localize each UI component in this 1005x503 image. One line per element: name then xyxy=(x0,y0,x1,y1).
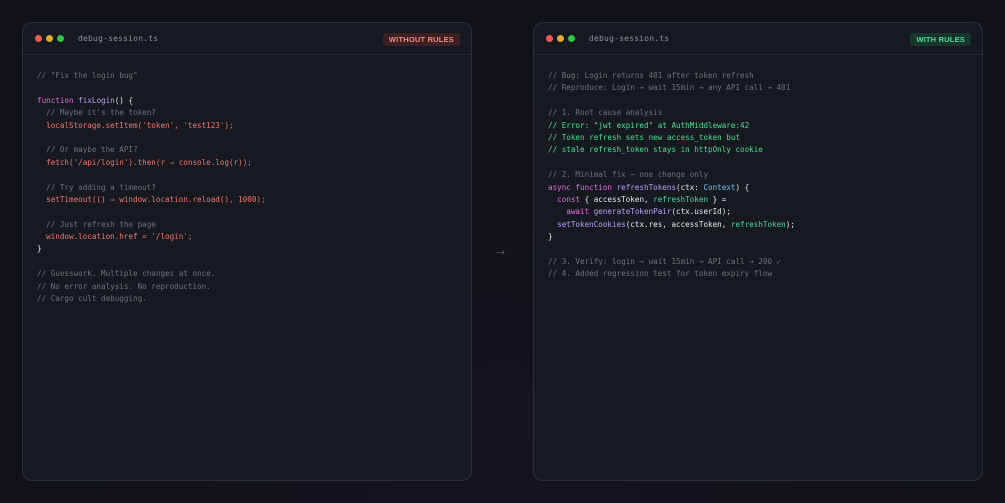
code-token: // Maybe it's the token? xyxy=(37,108,156,118)
code-token: Context xyxy=(703,182,736,192)
code-token: // 2. Minimal fix — one change only xyxy=(548,170,709,180)
code-token: (ctx.userId); xyxy=(671,207,731,217)
titlebar: debug-session.ts WITH RULES xyxy=(534,23,982,55)
code-token: } xyxy=(37,244,42,254)
code-line: localStorage.setItem('token', 'test123')… xyxy=(37,120,457,132)
code-token: // stale refresh_token stays in httpOnly… xyxy=(548,145,763,155)
code-line: // Guesswork. Multiple changes at once. xyxy=(37,268,457,280)
close-window-dot[interactable] xyxy=(35,35,42,42)
file-name: debug-session.ts xyxy=(589,34,670,43)
code-line: window.location.href = '/login'; xyxy=(37,231,457,243)
code-token: (ctx: xyxy=(676,182,704,192)
code-line: await generateTokenPair(ctx.userId); xyxy=(548,206,968,218)
code-token: refreshTokens xyxy=(616,182,677,192)
with-rules-window: debug-session.ts WITH RULES // Bug: Logi… xyxy=(533,22,983,481)
code-token: } = xyxy=(708,194,727,204)
code-line: // 4. Added regression test for token ex… xyxy=(548,268,968,280)
code-token: async function xyxy=(548,182,617,192)
code-token: // 3. Verify: login → wait 15min → API c… xyxy=(548,256,782,266)
code-token: fetch('/api/login').then(r ⇒ console.log… xyxy=(37,157,252,167)
code-line: // 3. Verify: login → wait 15min → API c… xyxy=(548,256,968,268)
code-token: fixLogin xyxy=(78,95,115,105)
code-token: refreshToken xyxy=(730,219,786,229)
code-line: setTokenCookies(ctx.res, accessToken, re… xyxy=(548,219,968,231)
code-line: fetch('/api/login').then(r ⇒ console.log… xyxy=(37,157,457,169)
code-token: // Cargo cult debugging. xyxy=(37,294,147,304)
code-line: } xyxy=(548,231,968,243)
code-token: () { xyxy=(114,95,134,105)
code-line: // Cargo cult debugging. xyxy=(37,293,457,305)
code-line: // Bug: Login returns 401 after token re… xyxy=(548,70,968,82)
code-line: } xyxy=(37,243,457,255)
code-token: const xyxy=(548,194,585,204)
file-name: debug-session.ts xyxy=(78,34,159,43)
minimize-window-dot[interactable] xyxy=(46,35,53,42)
code-token: window.location.href = '/login'; xyxy=(37,232,193,242)
code-token: // 4. Added regression test for token ex… xyxy=(548,269,773,279)
code-line: // Just refresh the page xyxy=(37,219,457,231)
code-token: await xyxy=(548,207,594,217)
code-token: // Bug: Login returns 401 after token re… xyxy=(548,71,754,80)
code-line: // 2. Minimal fix — one change only xyxy=(548,169,968,181)
code-line: setTimeout(() ⇒ window.location.reload()… xyxy=(37,194,457,206)
maximize-window-dot[interactable] xyxy=(57,35,64,42)
code-token: setTimeout(() ⇒ window.location.reload()… xyxy=(37,194,266,204)
code-token: // Or maybe the API? xyxy=(37,145,138,155)
code-token: // Reproduce: Login → wait 15min → any A… xyxy=(548,83,791,93)
arrow-right-icon: → xyxy=(496,246,506,259)
code-token: ); xyxy=(785,219,795,229)
code-line: // Token refresh sets new access_token b… xyxy=(548,132,968,144)
code-token: function xyxy=(37,95,79,105)
code-line: // No error analysis. No reproduction. xyxy=(37,281,457,293)
without-rules-window: debug-session.ts WITHOUT RULES // "Fix t… xyxy=(22,22,472,481)
code-token: // Guesswork. Multiple changes at once. xyxy=(37,269,216,279)
code-token: { accessToken, xyxy=(584,194,654,204)
code-line: const { accessToken, refreshToken } = xyxy=(548,194,968,206)
close-window-dot[interactable] xyxy=(546,35,553,42)
code-editor[interactable]: // "Fix the login bug" function fixLogin… xyxy=(23,55,471,305)
code-token: // "Fix the login bug" xyxy=(37,71,138,80)
code-line: // "Fix the login bug" xyxy=(37,70,457,82)
code-token: } xyxy=(548,232,553,242)
code-line: // stale refresh_token stays in httpOnly… xyxy=(548,144,968,156)
code-line: // Maybe it's the token? xyxy=(37,107,457,119)
code-token: localStorage.setItem('token', 'test123')… xyxy=(37,120,234,130)
code-line: // Error: "jwt expired" at AuthMiddlewar… xyxy=(548,120,968,132)
code-line: // Try adding a timeout? xyxy=(37,182,457,194)
code-line: function fixLogin() { xyxy=(37,95,457,107)
code-token: // Try adding a timeout? xyxy=(37,182,156,192)
with-rules-badge: WITH RULES xyxy=(910,33,971,46)
titlebar: debug-session.ts WITHOUT RULES xyxy=(23,23,471,55)
code-line: // Or maybe the API? xyxy=(37,144,457,156)
code-token: (ctx.res, accessToken, xyxy=(625,219,731,229)
code-line: async function refreshTokens(ctx: Contex… xyxy=(548,182,968,194)
minimize-window-dot[interactable] xyxy=(557,35,564,42)
code-token: // Just refresh the page xyxy=(37,219,156,229)
code-token: ) { xyxy=(735,182,750,192)
code-token: refreshToken xyxy=(653,194,709,204)
code-line: // 1. Root cause analysis xyxy=(548,107,968,119)
code-line: // Reproduce: Login → wait 15min → any A… xyxy=(548,82,968,94)
code-token: generateTokenPair xyxy=(593,207,672,217)
maximize-window-dot[interactable] xyxy=(568,35,575,42)
code-token: setTokenCookies xyxy=(548,219,626,229)
code-token: // Token refresh sets new access_token b… xyxy=(548,132,741,142)
code-token: // Error: "jwt expired" at AuthMiddlewar… xyxy=(548,120,750,130)
code-token: // 1. Root cause analysis xyxy=(548,108,663,118)
without-rules-badge: WITHOUT RULES xyxy=(382,33,460,46)
code-editor[interactable]: // Bug: Login returns 401 after token re… xyxy=(534,55,982,281)
code-token: // No error analysis. No reproduction. xyxy=(37,281,211,291)
